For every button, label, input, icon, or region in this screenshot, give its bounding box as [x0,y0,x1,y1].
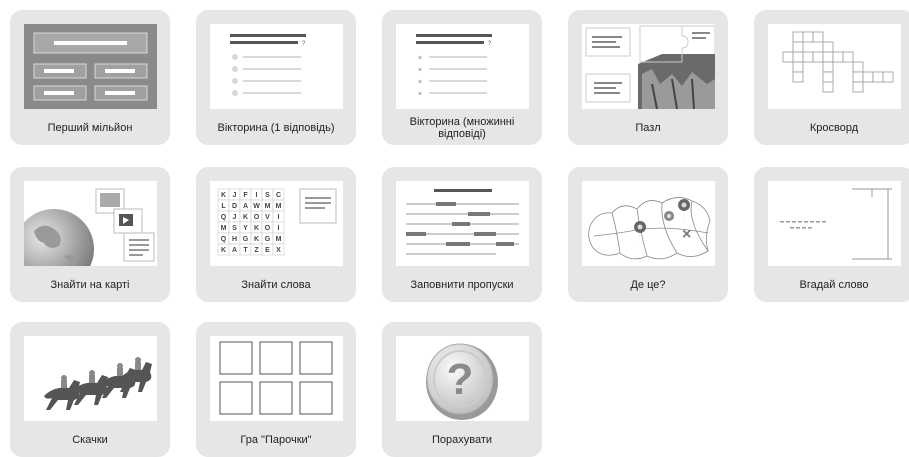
wordsearch-letter: K [254,236,259,243]
question-mark-icon: ? [447,355,474,404]
tile-guess-word[interactable]: Вгадай слово [754,167,909,302]
svg-text:×: × [418,67,422,74]
wordsearch-letter: K [221,192,226,199]
tile-label: Порахувати [431,434,493,446]
tile-label: Знайти на карті [50,279,130,291]
wordsearch-letter: T [243,247,248,254]
puzzle-thumbnail [582,24,715,109]
wordsearch-letter: E [265,247,270,254]
tile-label: Вікторина (1 відповідь) [217,122,335,134]
wordsearch-letter: M [221,225,227,232]
svg-text:×: × [418,79,422,86]
where-is-it-thumbnail: × [582,181,715,266]
wordsearch-letter: H [232,236,237,243]
quiz-multiple-thumbnail: ? × × × × [396,24,529,109]
crossword-thumbnail [768,24,901,109]
tile-fill-blanks[interactable]: Заповнити пропуски [382,167,542,302]
wordsearch-letter: K [243,214,248,221]
wordsearch-letter: I [278,225,280,232]
wordsearch-letter: J [233,192,237,199]
wordsearch-letter: O [254,214,260,221]
tile-find-on-map[interactable]: Знайти на карті [10,167,170,302]
tile-first-million[interactable]: Перший мільйон [10,10,170,145]
wordsearch-letter: W [253,203,260,210]
wordsearch-letter: A [243,203,248,210]
svg-text:?: ? [302,41,306,47]
wordsearch-letter: F [243,192,248,199]
pairs-game-thumbnail [210,336,343,421]
wordsearch-letter: M [276,236,282,243]
wordsearch-letter: I [278,214,280,221]
wordsearch-letter: K [254,225,259,232]
wordsearch-letter: S [265,192,270,199]
wordsearch-letter: Q [221,236,227,243]
tile-quiz-multiple[interactable]: ? × × × × Вікторина (множинні відповіді) [382,10,542,145]
tile-label: Скачки [72,434,108,446]
tile-count[interactable]: ? Порахувати [382,322,542,457]
tile-label: Пазл [635,122,661,134]
wordsearch-letter: K [221,247,226,254]
wordsearch-letter: Y [243,225,248,232]
wordsearch-letter: O [265,225,271,232]
fill-blanks-thumbnail [396,181,529,266]
tile-label: Вікторина (множинні відповіді) [409,116,515,140]
guess-word-thumbnail [768,181,901,266]
tile-label: Заповнити пропуски [410,279,514,291]
tile-label: Гра "Парочки" [240,434,312,446]
wordsearch-letter: X [276,247,281,254]
wordsearch-letter: Z [254,247,259,254]
wordsearch-letter: G [243,236,249,243]
tile-puzzle[interactable]: Пазл [568,10,728,145]
wordsearch-letter: C [276,192,281,199]
wordsearch-letter: A [232,247,237,254]
horse-race-thumbnail [24,336,157,421]
wordsearch-letter: S [232,225,237,232]
tile-horse-race[interactable]: Скачки [10,322,170,457]
wordsearch-letter: V [265,214,270,221]
find-on-map-thumbnail [24,181,157,266]
tile-label: Перший мільйон [47,122,133,134]
tile-where-is-it[interactable]: × Де це? [568,167,728,302]
svg-text:?: ? [488,41,492,47]
tile-crossword[interactable]: Кросворд [754,10,909,145]
tile-pairs-game[interactable]: Гра "Парочки" [196,322,356,457]
svg-text:×: × [418,55,422,62]
wordsearch-letter: D [232,203,237,210]
find-words-thumbnail: KJFISCLDAWMMQJKOVIMSYKOIQHGKGMKATZEX [210,181,343,266]
tile-label: Вгадай слово [799,279,869,291]
wordsearch-letter: J [233,214,237,221]
wordsearch-letter: I [256,192,258,199]
wordsearch-letter: M [265,203,271,210]
tile-label: Де це? [630,279,666,291]
svg-text:×: × [418,91,422,98]
wordsearch-letter: Q [221,214,227,221]
quiz-single-thumbnail: ? [210,24,343,109]
wordsearch-letter: M [276,203,282,210]
svg-text:×: × [682,226,691,243]
tile-label: Кросворд [809,122,859,134]
tile-find-words[interactable]: KJFISCLDAWMMQJKOVIMSYKOIQHGKGMKATZEX Зна… [196,167,356,302]
first-million-thumbnail [24,24,157,109]
count-thumbnail: ? [396,336,529,421]
wordsearch-letter: L [221,203,226,210]
tile-label: Знайти слова [241,279,311,291]
wordsearch-letter: G [265,236,271,243]
tile-quiz-single[interactable]: ? Вікторина (1 відповідь) [196,10,356,145]
